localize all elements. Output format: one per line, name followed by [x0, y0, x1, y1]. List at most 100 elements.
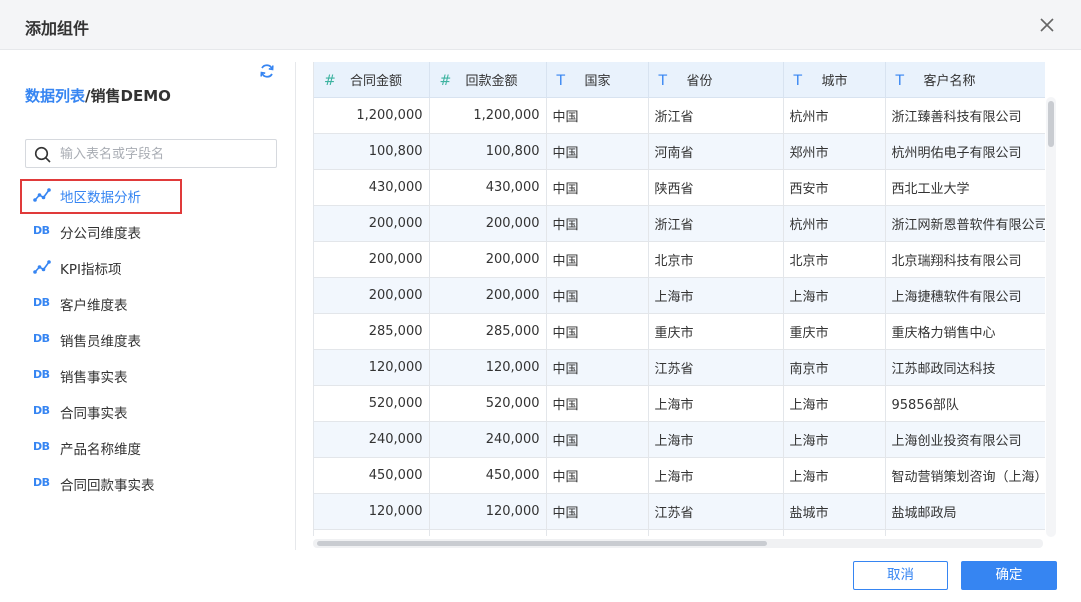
table-list-item[interactable]: DB 分公司维度表 [20, 213, 280, 249]
table-cell: 100,800 [429, 133, 547, 170]
column-header-label: 城市 [821, 73, 848, 89]
analysis-icon [33, 188, 51, 202]
table-row: 100,800 100,800 中国 河南省 郑州市 杭州明佑电子有限公司 [314, 133, 1045, 170]
table-cell: 中国 [546, 349, 649, 386]
table-body: 1,200,000 1,200,000 中国 浙江省 杭州市 浙江臻善科技有限公司 100,… [314, 97, 1045, 536]
table-cell: 江苏邮政同达科技 [885, 349, 1045, 386]
table-cell: 浙江臻善科技有限公司 [885, 97, 1045, 134]
table-cell: 中国 [546, 97, 649, 134]
search-input[interactable] [60, 144, 270, 164]
table-cell: 中国 [546, 241, 649, 278]
table-cell: 杭州市 [783, 205, 886, 242]
horizontal-scrollbar[interactable] [313, 539, 1043, 548]
column-header-label: 国家 [584, 73, 611, 89]
table-cell: 重庆市 [783, 313, 886, 350]
table-cell: 上海市 [783, 421, 886, 458]
column-header[interactable]: T 国家 [546, 62, 649, 98]
table-row: 120,000 120,000 中国 江苏省 南京市 江苏邮政同达科技 [314, 349, 1045, 386]
table-list-item[interactable]: DB 合同回款事实表 [20, 465, 280, 501]
table-cell: 南京市 [783, 349, 886, 386]
table-cell: 200,000 [429, 277, 547, 314]
database-table-icon: DB [33, 476, 50, 489]
data-preview-table: # 合同金额 # 回款金额 T 国家 T 省份 T 城市 T 客户名称 1,200,000 1,200,… [313, 62, 1045, 536]
table-cell [314, 529, 430, 536]
ok-button[interactable]: 确定 [961, 561, 1057, 590]
database-table-icon: DB [33, 332, 50, 345]
table-cell: 上海市 [648, 277, 784, 314]
column-header[interactable]: T 省份 [648, 62, 784, 98]
vertical-scrollbar[interactable] [1046, 97, 1056, 537]
column-header[interactable]: T 城市 [783, 62, 886, 98]
table-cell: 520,000 [314, 385, 430, 422]
text-type-icon: T [556, 72, 566, 89]
add-component-dialog: 添加组件 数据列表/销售DEMO 地区数据分析 DB 分公司维度表 KPI指标项 DB 客… [0, 0, 1081, 602]
table-cell [885, 529, 1045, 536]
table-cell [783, 529, 886, 536]
table-cell: 中国 [546, 493, 649, 530]
table-cell: 智动营销策划咨询（上海） [885, 457, 1045, 494]
cancel-button[interactable]: 取消 [853, 561, 948, 590]
table-list-item-label: 客户维度表 [60, 298, 128, 314]
table-cell [648, 529, 784, 536]
search-icon [34, 146, 51, 163]
table-list-item[interactable]: 地区数据分析 [20, 177, 280, 214]
table-cell: 北京瑞翔科技有限公司 [885, 241, 1045, 278]
table-cell: 上海市 [783, 457, 886, 494]
table-cell: 上海市 [648, 385, 784, 422]
vertical-scroll-thumb[interactable] [1048, 101, 1054, 147]
text-type-icon: T [658, 72, 668, 89]
breadcrumb-data-list[interactable]: 数据列表 [25, 87, 85, 105]
table-row: 285,000 285,000 中国 重庆市 重庆市 重庆格力销售中心 [314, 313, 1045, 350]
table-list-item[interactable]: DB 客户维度表 [20, 285, 280, 321]
horizontal-scroll-thumb[interactable] [317, 541, 767, 546]
table-cell: 1,200,000 [314, 97, 430, 134]
table-row: 200,000 200,000 中国 北京市 北京市 北京瑞翔科技有限公司 [314, 241, 1045, 278]
table-cell: 中国 [546, 421, 649, 458]
table-cell: 450,000 [314, 457, 430, 494]
refresh-icon[interactable] [258, 62, 276, 80]
table-list-item[interactable]: DB 销售事实表 [20, 357, 280, 393]
table-list-item[interactable]: DB 销售员维度表 [20, 321, 280, 357]
table-cell: 盐城邮政局 [885, 493, 1045, 530]
text-type-icon: T [793, 72, 803, 89]
column-header[interactable]: # 合同金额 [314, 62, 430, 98]
dialog-titlebar: 添加组件 [0, 0, 1081, 50]
table-cell: 120,000 [314, 349, 430, 386]
table-header-row: # 合同金额 # 回款金额 T 国家 T 省份 T 城市 T 客户名称 [314, 62, 1045, 98]
close-icon[interactable] [1038, 16, 1056, 34]
table-cell: 120,000 [314, 493, 430, 530]
table-cell [429, 529, 547, 536]
table-row: 430,000 430,000 中国 陕西省 西安市 西北工业大学 [314, 169, 1045, 206]
table-cell: 浙江省 [648, 205, 784, 242]
column-header-label: 合同金额 [350, 73, 403, 89]
table-list-item[interactable]: KPI指标项 [20, 249, 280, 285]
table-cell: 120,000 [429, 349, 547, 386]
table-cell: 中国 [546, 457, 649, 494]
table-cell: 杭州市 [783, 97, 886, 134]
column-header[interactable]: T 客户名称 [885, 62, 1045, 98]
table-list-item[interactable]: DB 产品名称维度 [20, 429, 280, 465]
table-cell: 江苏省 [648, 493, 784, 530]
table-cell: 285,000 [429, 313, 547, 350]
database-table-icon: DB [33, 368, 50, 381]
table-cell: 江苏省 [648, 349, 784, 386]
table-cell: 上海市 [648, 421, 784, 458]
table-cell: 200,000 [314, 241, 430, 278]
table-row: 200,000 200,000 中国 浙江省 杭州市 浙江网新恩普软件有限公司 [314, 205, 1045, 242]
table-row: 240,000 240,000 中国 上海市 上海市 上海创业投资有限公司 [314, 421, 1045, 458]
table-row: 1,200,000 1,200,000 中国 浙江省 杭州市 浙江臻善科技有限公司 [314, 97, 1045, 134]
table-cell: 中国 [546, 133, 649, 170]
table-cell: 河南省 [648, 133, 784, 170]
table-cell: 重庆格力销售中心 [885, 313, 1045, 350]
table-cell: 西安市 [783, 169, 886, 206]
numeric-type-icon: # [439, 72, 452, 89]
table-cell: 重庆市 [648, 313, 784, 350]
breadcrumb-current: 销售DEMO [90, 87, 171, 105]
table-cell: 450,000 [429, 457, 547, 494]
column-header-label: 省份 [686, 73, 713, 89]
breadcrumb: 数据列表/销售DEMO [25, 85, 171, 106]
table-list-item[interactable]: DB 合同事实表 [20, 393, 280, 429]
table-cell: 中国 [546, 385, 649, 422]
column-header[interactable]: # 回款金额 [429, 62, 547, 98]
table-cell: 中国 [546, 313, 649, 350]
